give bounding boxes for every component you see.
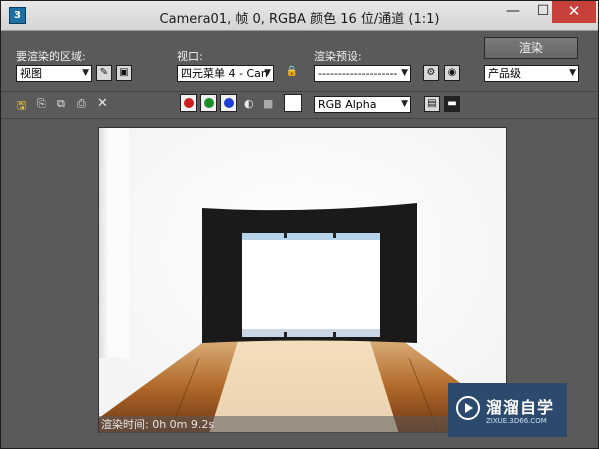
viewport-select-value: 四元菜单 4 - Can xyxy=(181,67,268,80)
preset-label: 渲染预设: xyxy=(314,50,362,63)
edit-region-icon[interactable]: ✎ xyxy=(96,65,112,81)
viewport-label: 视口: xyxy=(177,50,203,63)
red-channel-button[interactable] xyxy=(180,94,197,112)
area-select-value: 视图 xyxy=(20,67,42,80)
green-channel-button[interactable] xyxy=(200,94,217,112)
minimize-button[interactable]: — xyxy=(498,1,528,23)
copy-image-icon[interactable]: ⎘ xyxy=(37,97,46,111)
area-select[interactable]: 视图 ▼ xyxy=(16,65,92,82)
red-dot-icon xyxy=(184,98,194,108)
alpha-channel-icon[interactable]: ◐ xyxy=(244,97,254,110)
viewport-select[interactable]: 四元菜单 4 - Can ▼ xyxy=(177,65,274,82)
mono-icon[interactable]: ■ xyxy=(263,97,273,110)
green-dot-icon xyxy=(204,98,214,108)
clear-icon[interactable]: ✕ xyxy=(97,96,108,111)
print-icon[interactable]: ⎙ xyxy=(77,97,86,111)
frame-buffer-icon[interactable]: ▬ xyxy=(444,96,460,112)
chevron-down-icon: ▼ xyxy=(264,68,271,78)
auto-region-icon[interactable]: ▣ xyxy=(116,65,132,81)
clone-window-icon[interactable]: ⧉ xyxy=(57,97,65,111)
chevron-down-icon: ▼ xyxy=(401,68,408,78)
render-button[interactable]: 渲染 xyxy=(484,37,578,59)
render-window: 3 Camera01, 帧 0, RGBA 颜色 16 位/通道 (1:1) —… xyxy=(0,0,599,449)
blue-channel-button[interactable] xyxy=(220,94,237,112)
display-toggle-icon[interactable]: ▤ xyxy=(424,96,440,112)
area-label: 要渲染的区域: xyxy=(16,50,86,63)
chevron-down-icon: ▼ xyxy=(569,68,576,78)
close-button[interactable]: ✕ xyxy=(552,1,596,23)
title-bar: 3 Camera01, 帧 0, RGBA 颜色 16 位/通道 (1:1) —… xyxy=(1,1,598,31)
channel-select-value: RGB Alpha xyxy=(318,98,377,111)
render-setup-icon[interactable]: ⚙ xyxy=(423,65,439,81)
save-image-icon[interactable]: 🖫 xyxy=(17,97,26,116)
render-time-status: 渲染时间: 0h 0m 9.2s xyxy=(99,416,507,433)
quality-select[interactable]: 产品级 ▼ xyxy=(484,65,579,82)
rendered-scene xyxy=(99,128,506,432)
play-icon xyxy=(456,396,480,420)
preset-select[interactable]: -------------------- ▼ xyxy=(314,65,411,82)
lock-icon[interactable]: 🔒 xyxy=(284,65,300,81)
color-swatch[interactable] xyxy=(284,94,302,112)
watermark-subtitle: ZIXUE.3D66.COM xyxy=(486,417,547,425)
watermark-logo: 溜溜自学 ZIXUE.3D66.COM xyxy=(448,383,567,437)
watermark-title: 溜溜自学 xyxy=(486,398,555,417)
blue-dot-icon xyxy=(224,98,234,108)
chevron-down-icon: ▼ xyxy=(401,99,408,109)
preset-select-value: -------------------- xyxy=(318,67,398,80)
environment-icon[interactable]: ◉ xyxy=(444,65,460,81)
chevron-down-icon: ▼ xyxy=(82,68,89,78)
channel-select[interactable]: RGB Alpha ▼ xyxy=(314,96,411,113)
quality-select-value: 产品级 xyxy=(488,67,521,80)
rendered-image xyxy=(98,127,507,433)
